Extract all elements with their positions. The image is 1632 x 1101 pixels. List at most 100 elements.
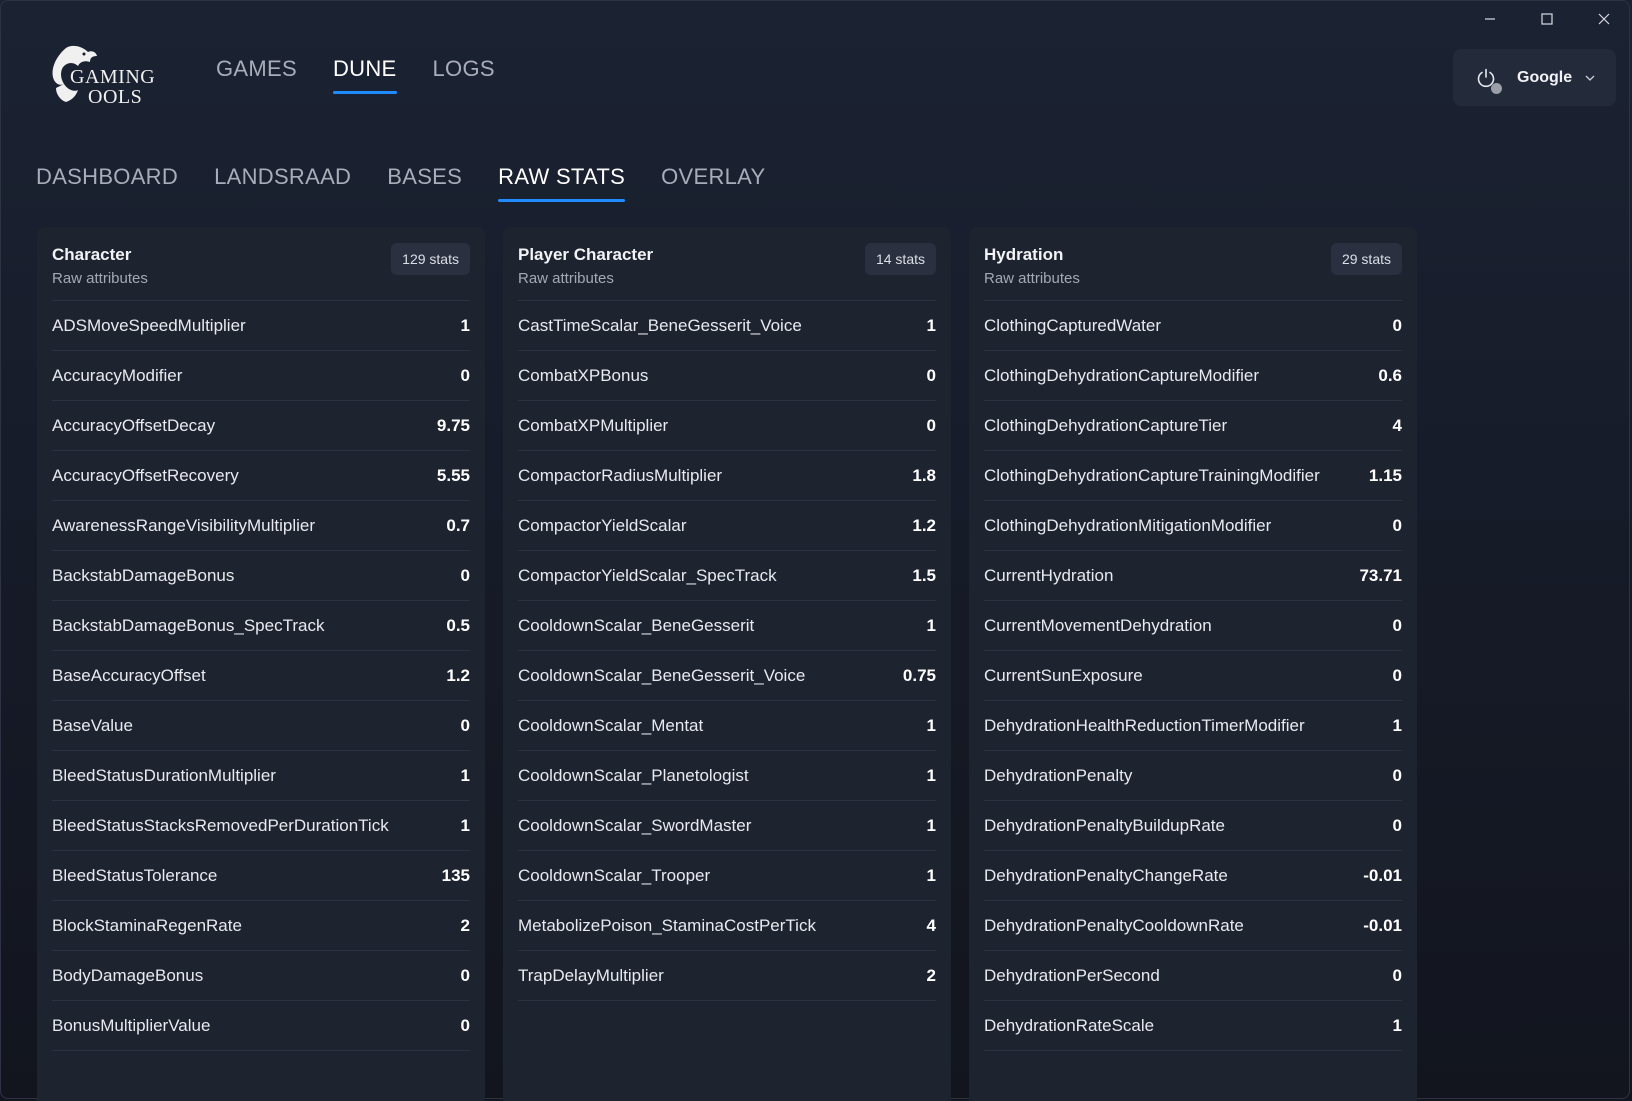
stat-row: CooldownScalar_BeneGesserit 1 bbox=[518, 601, 936, 651]
stat-row: CompactorYieldScalar_SpecTrack 1.5 bbox=[518, 551, 936, 601]
stat-row: BleedStatusTolerance 135 bbox=[52, 851, 470, 901]
status-dot bbox=[1491, 82, 1502, 94]
stat-value: 0 bbox=[1392, 765, 1402, 785]
nav-games[interactable]: GAMES bbox=[216, 56, 297, 94]
stat-value: 0 bbox=[460, 365, 470, 385]
panel-title: Hydration bbox=[984, 245, 1064, 264]
stat-value: 0 bbox=[926, 365, 936, 385]
stat-name: CooldownScalar_BeneGesserit bbox=[518, 615, 755, 635]
stat-value: 0 bbox=[460, 715, 470, 735]
close-icon bbox=[1598, 13, 1609, 25]
logo-line2: OOLS bbox=[88, 86, 143, 108]
stat-name: BleedStatusTolerance bbox=[52, 865, 218, 885]
panel-character[interactable]: Character Raw attributes 129 stats ADSMo… bbox=[37, 227, 485, 1101]
panel-header: Player Character Raw attributes 14 stats bbox=[518, 227, 936, 301]
sub-tabs: DASHBOARD LANDSRAAD BASES RAW STATS OVER… bbox=[36, 164, 766, 202]
stat-value: 1.15 bbox=[1368, 465, 1402, 485]
stat-row: BodyDamageBonus 0 bbox=[52, 951, 470, 1001]
account-name: Google bbox=[1517, 68, 1573, 86]
nav-dune[interactable]: DUNE bbox=[332, 56, 397, 94]
stat-value: 5.55 bbox=[436, 465, 470, 485]
power-status bbox=[1475, 67, 1502, 94]
stat-value: 1.8 bbox=[912, 465, 936, 485]
stats-count-badge: 29 stats bbox=[1330, 243, 1402, 275]
stat-value: 0 bbox=[1392, 615, 1402, 635]
stat-name: ClothingDehydrationCaptureTier bbox=[984, 415, 1228, 435]
stat-value: 0 bbox=[1392, 965, 1402, 985]
minimize-button[interactable] bbox=[1461, 0, 1518, 38]
stat-row: DehydrationRateScale 1 bbox=[984, 1001, 1402, 1051]
stat-row: BonusMultiplierValue 0 bbox=[52, 1001, 470, 1051]
stat-row: CombatXPBonus 0 bbox=[518, 351, 936, 401]
stat-value: 1 bbox=[1392, 1015, 1402, 1035]
stat-row: CurrentMovementDehydration 0 bbox=[984, 601, 1402, 651]
top-nav: GAMES DUNE LOGS bbox=[216, 56, 495, 94]
stat-value: 73.71 bbox=[1359, 565, 1402, 585]
stat-row: DehydrationPerSecond 0 bbox=[984, 951, 1402, 1001]
stat-row: BackstabDamageBonus_SpecTrack 0.5 bbox=[52, 601, 470, 651]
stat-row: DehydrationPenaltyCooldownRate -0.01 bbox=[984, 901, 1402, 951]
stat-row: TrapDelayMultiplier 2 bbox=[518, 951, 936, 1001]
panel-player-character[interactable]: Player Character Raw attributes 14 stats… bbox=[503, 227, 951, 1101]
tab-dashboard[interactable]: DASHBOARD bbox=[36, 164, 178, 202]
stat-row: CurrentSunExposure 0 bbox=[984, 651, 1402, 701]
nav-logs[interactable]: LOGS bbox=[433, 56, 495, 94]
stat-name: CompactorRadiusMultiplier bbox=[518, 465, 723, 485]
stat-row: AccuracyModifier 0 bbox=[52, 351, 470, 401]
stat-row: BleedStatusStacksRemovedPerDurationTick 1 bbox=[52, 801, 470, 851]
stat-list[interactable]: ClothingCapturedWater 0 ClothingDehydratio… bbox=[984, 301, 1402, 1051]
stat-value: 1 bbox=[926, 865, 936, 885]
stat-name: DehydrationHealthReductionTimerModifier bbox=[984, 715, 1305, 735]
stat-name: BleedStatusDurationMultiplier bbox=[52, 765, 276, 785]
stat-value: 0 bbox=[1392, 665, 1402, 685]
stat-value: 0 bbox=[1392, 515, 1402, 535]
stat-row: AccuracyOffsetDecay 9.75 bbox=[52, 401, 470, 451]
stat-name: ClothingCapturedWater bbox=[984, 315, 1162, 335]
stats-count-badge: 14 stats bbox=[864, 243, 936, 275]
stat-row: CooldownScalar_SwordMaster 1 bbox=[518, 801, 936, 851]
stat-value: 0 bbox=[1392, 315, 1402, 335]
panel-subtitle: Raw attributes bbox=[984, 270, 1080, 287]
stats-count-badge: 129 stats bbox=[391, 243, 470, 275]
stat-name: ClothingDehydrationMitigationModifier bbox=[984, 515, 1272, 535]
panel-subtitle: Raw attributes bbox=[52, 270, 148, 287]
stat-row: DehydrationPenalty 0 bbox=[984, 751, 1402, 801]
stat-value: 0.6 bbox=[1378, 365, 1402, 385]
stat-name: BaseAccuracyOffset bbox=[52, 665, 206, 685]
stat-value: 0 bbox=[1392, 815, 1402, 835]
stat-name: DehydrationPenaltyBuildupRate bbox=[984, 815, 1225, 835]
stat-value: -0.01 bbox=[1363, 915, 1402, 935]
tab-bases[interactable]: BASES bbox=[387, 164, 462, 202]
tab-raw-stats[interactable]: RAW STATS bbox=[498, 164, 626, 202]
maximize-button[interactable] bbox=[1518, 0, 1575, 38]
stat-value: 1.5 bbox=[912, 565, 936, 585]
account-selector[interactable]: Google bbox=[1453, 49, 1616, 106]
panel-header: Character Raw attributes 129 stats bbox=[52, 227, 470, 301]
stat-value: 0.75 bbox=[902, 665, 936, 685]
stat-value: 4 bbox=[1392, 415, 1402, 435]
close-button[interactable] bbox=[1575, 0, 1632, 38]
tab-landsraad[interactable]: LANDSRAAD bbox=[214, 164, 351, 202]
stat-row: DehydrationHealthReductionTimerModifier 1 bbox=[984, 701, 1402, 751]
tab-overlay[interactable]: OVERLAY bbox=[661, 164, 765, 202]
stat-row: CooldownScalar_BeneGesserit_Voice 0.75 bbox=[518, 651, 936, 701]
stat-name: CompactorYieldScalar bbox=[518, 515, 687, 535]
stat-name: DehydrationPerSecond bbox=[984, 965, 1160, 985]
panel-hydration[interactable]: Hydration Raw attributes 29 stats Clothi… bbox=[969, 227, 1417, 1101]
stat-row: AccuracyOffsetRecovery 5.55 bbox=[52, 451, 470, 501]
window-controls bbox=[1461, 0, 1632, 38]
stat-row: ClothingDehydrationCaptureTrainingModifi… bbox=[984, 451, 1402, 501]
stat-row: CurrentHydration 73.71 bbox=[984, 551, 1402, 601]
stat-name: CooldownScalar_BeneGesserit_Voice bbox=[518, 665, 806, 685]
stat-name: CooldownScalar_SwordMaster bbox=[518, 815, 752, 835]
stat-name: CombatXPBonus bbox=[518, 365, 649, 385]
stat-row: BlockStaminaRegenRate 2 bbox=[52, 901, 470, 951]
stat-list[interactable]: ADSMoveSpeedMultiplier 1 AccuracyModifier 0… bbox=[52, 301, 470, 1051]
stat-list[interactable]: CastTimeScalar_BeneGesserit_Voice 1 Combat… bbox=[518, 301, 936, 1001]
stat-name: CooldownScalar_Planetologist bbox=[518, 765, 749, 785]
stat-row: CooldownScalar_Planetologist 1 bbox=[518, 751, 936, 801]
stat-name: CombatXPMultiplier bbox=[518, 415, 669, 435]
stat-value: 4 bbox=[926, 915, 936, 935]
stat-name: AccuracyOffsetDecay bbox=[52, 415, 216, 435]
stat-name: ADSMoveSpeedMultiplier bbox=[52, 315, 246, 335]
